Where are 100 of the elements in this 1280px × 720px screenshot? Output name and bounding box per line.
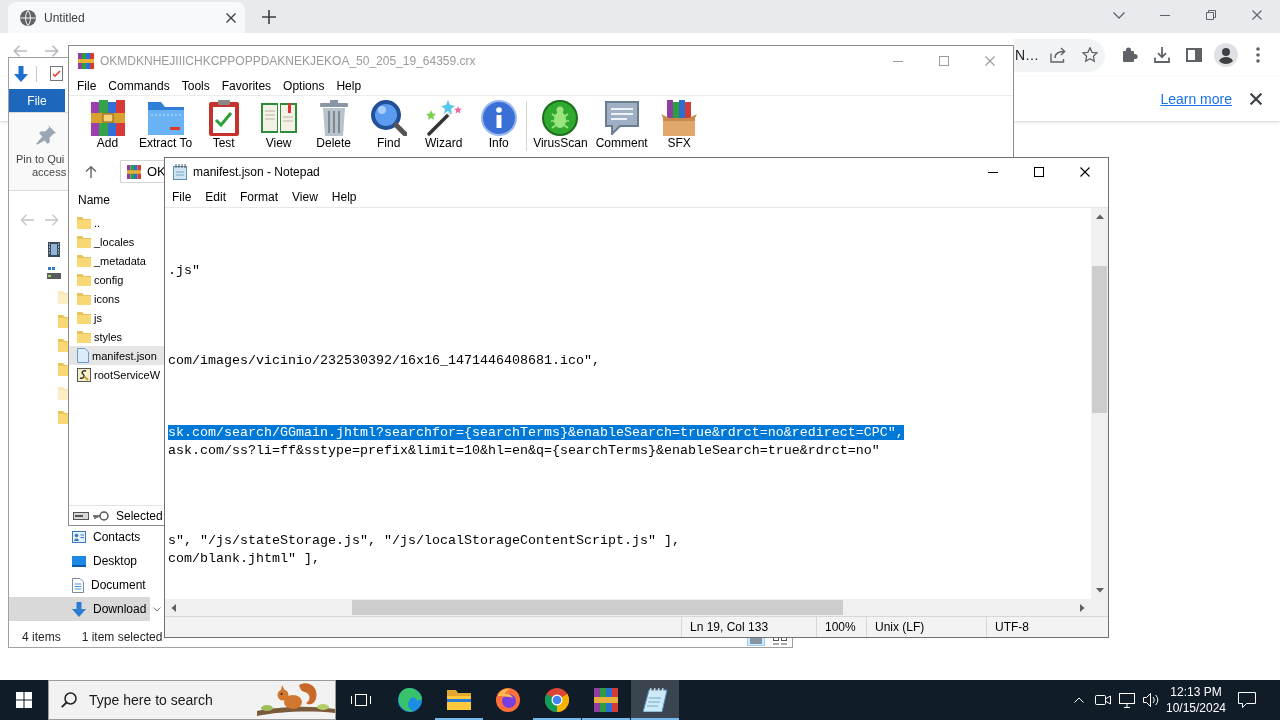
chevron-down-icon[interactable] [1113, 11, 1125, 19]
folder-icon [58, 290, 68, 304]
bug-icon [542, 100, 579, 136]
close-icon[interactable] [226, 12, 236, 23]
nav-item[interactable]: Contacts [9, 525, 150, 549]
puzzle-icon[interactable] [1122, 47, 1138, 63]
restore-icon[interactable] [1206, 10, 1216, 20]
monitor-icon[interactable] [1119, 692, 1135, 708]
search-icon [61, 692, 77, 708]
drive-icon [47, 267, 61, 279]
file-row[interactable]: styles [69, 327, 164, 346]
windows-logo-icon[interactable] [16, 692, 32, 708]
zoom-level: 100% [825, 620, 856, 634]
close-icon[interactable] [1250, 93, 1262, 105]
folder-icon [77, 254, 91, 267]
nav-item[interactable]: Document [9, 573, 150, 597]
toolbar-button[interactable]: Find [361, 96, 417, 156]
up-arrow-icon[interactable] [85, 165, 97, 178]
file-row[interactable]: config [69, 270, 164, 289]
firefox-icon [496, 688, 520, 712]
share-icon[interactable] [1050, 47, 1066, 63]
chrome-icon [545, 688, 569, 712]
clipboard-icon [208, 100, 239, 136]
caret-left-icon[interactable] [171, 603, 176, 612]
clock-date[interactable]: 10/15/2024 [1165, 700, 1227, 716]
scrollbar-thumb[interactable] [1092, 266, 1107, 413]
checklist-icon[interactable] [50, 66, 63, 81]
file-row[interactable]: manifest.json [69, 346, 164, 365]
side-panel-icon[interactable] [1186, 48, 1202, 62]
menu-item[interactable]: Help [336, 78, 362, 93]
search-field[interactable]: Type here to search [89, 692, 239, 708]
pin-label[interactable]: Pin to Qui access [12, 153, 67, 179]
down-arrow-icon[interactable] [14, 65, 28, 82]
scrollbar-thumb[interactable] [352, 600, 843, 615]
nav-item[interactable]: Download [9, 597, 150, 621]
search-bar[interactable]: Type here to search [48, 680, 336, 720]
toolbar-button[interactable]: SFX [651, 96, 707, 156]
download-icon[interactable] [1154, 47, 1170, 63]
toolbar-button[interactable]: VirusScan [529, 96, 592, 156]
menu-item[interactable]: Help [324, 189, 364, 204]
file-row[interactable]: _locales [69, 232, 164, 251]
toolbar-button[interactable]: Test [196, 96, 252, 156]
chevron-down-icon[interactable] [153, 607, 161, 612]
toolbar-button[interactable]: Wizard [416, 96, 472, 156]
menu-item[interactable]: File [77, 78, 97, 93]
caret-up-icon[interactable] [1073, 697, 1084, 703]
menu-item[interactable]: Commands [108, 78, 170, 93]
trash-icon [319, 100, 348, 136]
vertical-scrollbar[interactable] [1091, 208, 1108, 599]
status-text: Selected [116, 508, 163, 523]
caret-right-icon[interactable] [1080, 603, 1085, 612]
file-tab[interactable]: File [9, 89, 65, 112]
horizontal-scrollbar[interactable] [165, 599, 1091, 616]
menu-item[interactable]: Options [283, 78, 325, 93]
column-header[interactable]: Name [69, 187, 164, 213]
clock-time[interactable]: 12:13 PM [1170, 684, 1222, 700]
nav-item[interactable]: Desktop [9, 549, 150, 573]
maximize-icon[interactable] [1034, 167, 1044, 177]
notification-icon[interactable] [1238, 692, 1256, 708]
menu-item[interactable]: Edit [198, 189, 234, 204]
code-line: com/images/vicinio/232530392/16x16_1471446408681.ico", [168, 353, 600, 368]
encoding: UTF-8 [995, 620, 1029, 634]
avatar-icon[interactable] [1214, 43, 1238, 67]
address-field[interactable]: N… [1014, 38, 1105, 72]
code-line: .js" [168, 263, 200, 278]
speaker-icon[interactable] [1143, 693, 1159, 707]
toolbar-button[interactable]: Comment [591, 96, 652, 156]
more-icon[interactable] [1256, 47, 1260, 63]
menu-item[interactable]: Format [233, 189, 286, 204]
taskbar-app-button[interactable] [631, 680, 679, 720]
large-icons-view-icon[interactable] [773, 636, 787, 646]
browser-tab[interactable]: Untitled [8, 2, 245, 33]
close-icon[interactable] [1080, 167, 1090, 177]
plus-icon[interactable] [262, 9, 276, 24]
folder-icon [77, 235, 91, 248]
toolbar-button[interactable]: Info [471, 96, 527, 156]
file-row[interactable]: rootServiceW [69, 365, 164, 384]
menu-item[interactable]: Tools [181, 78, 210, 93]
video-camera-icon[interactable] [1095, 694, 1111, 706]
winrar-icon [594, 688, 618, 712]
file-row[interactable]: .. [69, 213, 164, 232]
toolbar-button[interactable]: Extract To [135, 96, 197, 156]
drive-icon [73, 511, 89, 520]
file-row[interactable]: icons [69, 289, 164, 308]
file-row[interactable]: js [69, 308, 164, 327]
folder-icon [77, 292, 91, 305]
folder-icon [77, 311, 91, 324]
menu-item[interactable]: File [165, 189, 199, 204]
toolbar-button[interactable]: Add [80, 96, 135, 156]
toolbar-button[interactable]: Delete [306, 96, 362, 156]
learn-more-link[interactable]: Learn more [1160, 91, 1232, 107]
star-icon[interactable] [1082, 47, 1098, 63]
task-view-icon[interactable] [351, 692, 371, 708]
caret-down-icon[interactable] [1095, 588, 1104, 593]
menu-item[interactable]: Favorites [221, 78, 272, 93]
toolbar-button[interactable]: View [251, 96, 307, 156]
folder-icon [77, 330, 91, 343]
file-row[interactable]: _metadata [69, 251, 164, 270]
menu-item[interactable]: View [285, 189, 325, 204]
minimize-icon[interactable] [988, 171, 998, 173]
